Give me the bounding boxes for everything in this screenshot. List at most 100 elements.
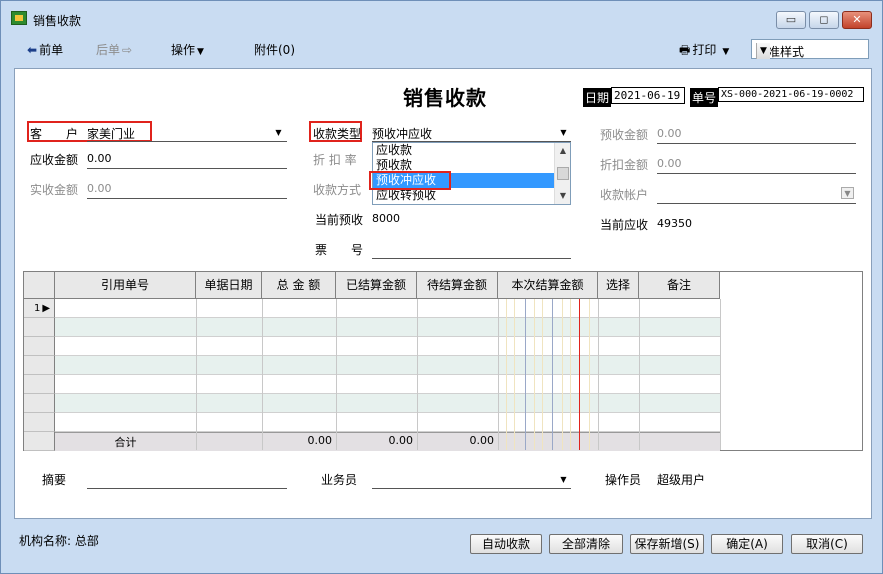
table-row[interactable] — [55, 318, 720, 337]
discount-amount-label: 折扣金额 — [600, 158, 649, 172]
receivable-field[interactable]: 0.00 — [87, 152, 112, 165]
grid-divider — [598, 299, 599, 450]
bill-no-field[interactable]: XS-000-2021-06-19-0002 — [718, 87, 864, 102]
actions-label: 操作 — [171, 43, 196, 57]
column-header[interactable]: 单据日期 — [196, 272, 262, 299]
digit-guide-line — [525, 299, 526, 450]
actual-underline — [87, 198, 287, 199]
scroll-down-icon[interactable]: ▼ — [556, 189, 570, 203]
digit-guide-line — [552, 299, 553, 450]
table-row[interactable] — [55, 394, 720, 413]
print-style-select[interactable]: 标准样式 ▼ — [751, 39, 869, 59]
row-header[interactable] — [24, 432, 55, 451]
actions-menu[interactable]: 操作 ▼ — [171, 41, 204, 58]
column-header[interactable]: 本次结算金额 — [498, 272, 598, 299]
digit-guide-line — [542, 299, 543, 450]
org-status: 机构名称: 总部 — [19, 534, 99, 548]
receivable-underline — [87, 168, 287, 169]
column-header[interactable]: 选择 — [598, 272, 639, 299]
current-receivable-value: 49350 — [657, 217, 692, 230]
row-header[interactable] — [24, 394, 55, 413]
summary-label: 摘要 — [42, 473, 67, 487]
column-header[interactable]: 引用单号 — [55, 272, 196, 299]
receivable-label: 应收金额 — [30, 153, 79, 167]
digit-guide-line — [570, 299, 571, 450]
window-title: 销售收款 — [33, 14, 82, 28]
table-row[interactable] — [55, 299, 720, 318]
date-label: 日期 — [583, 88, 612, 107]
next-button[interactable]: 后单 ⇨ — [96, 41, 132, 58]
salesperson-field[interactable] — [372, 488, 571, 489]
app-icon — [11, 11, 27, 25]
grid-divider — [498, 299, 499, 450]
row-header[interactable] — [24, 337, 55, 356]
row-header[interactable] — [24, 375, 55, 394]
column-header[interactable]: 已结算金额 — [336, 272, 417, 299]
customer-field[interactable]: 家美门业 — [87, 125, 135, 142]
sales-receipt-window: 销售收款 ▭ ◻ ✕ ⬅ 前单 后单 ⇨ 操作 ▼ 附件(0) 🖶 打印 ▼ 标准样式 ▼… — [0, 0, 883, 574]
print-label: 打印 — [692, 43, 717, 57]
chevron-down-icon[interactable]: ▼ — [756, 43, 770, 59]
type-label: 收款类型 — [313, 127, 362, 141]
grid-divider — [262, 299, 263, 450]
account-underline[interactable] — [657, 203, 856, 204]
ticket-underline[interactable] — [372, 258, 571, 259]
grid-divider — [196, 299, 197, 450]
date-field[interactable]: 2021-06-19 — [611, 87, 685, 104]
list-item[interactable]: 应收款 — [373, 143, 570, 158]
attachments-button[interactable]: 附件(0) — [254, 41, 295, 58]
scroll-up-icon[interactable]: ▲ — [556, 144, 570, 158]
operator-value: 超级用户 — [657, 473, 706, 487]
chevron-down-icon[interactable]: ▼ — [557, 474, 570, 486]
cancel-button[interactable]: 取消(C) — [791, 534, 863, 554]
digit-guide-line — [589, 299, 590, 450]
ticket-label: 票 号 — [315, 243, 364, 257]
prev-button[interactable]: ⬅ 前单 — [27, 41, 63, 58]
table-row[interactable] — [55, 337, 720, 356]
chevron-down-icon[interactable]: ▼ — [557, 127, 570, 139]
minimize-button[interactable]: ▭ — [776, 11, 806, 29]
row-header[interactable]: 1 ▶ — [24, 299, 55, 318]
column-header[interactable]: 备注 — [639, 272, 720, 299]
next-label: 后单 — [96, 43, 121, 57]
ok-button[interactable]: 确定(A) — [711, 534, 783, 554]
chevron-down-icon[interactable]: ▼ — [272, 127, 285, 139]
current-prepaid-label: 当前预收 — [315, 213, 364, 227]
caret-down-icon: ▼ — [722, 47, 730, 57]
settlement-grid: 引用单号 单据日期 总 金 额 已结算金额 待结算金额 本次结算金额 选择 备注… — [23, 271, 863, 451]
chevron-down-icon[interactable]: ▼ — [841, 187, 854, 199]
column-header[interactable]: 待结算金额 — [417, 272, 498, 299]
digit-guide-line — [534, 299, 535, 450]
table-row[interactable] — [55, 356, 720, 375]
actual-field[interactable]: 0.00 — [87, 182, 112, 195]
prepaid-amount-field[interactable]: 0.00 — [657, 127, 682, 140]
bill-no-label: 单号 — [690, 88, 719, 107]
save-new-button[interactable]: 保存新增(S) — [630, 534, 704, 554]
grid-divider — [417, 299, 418, 450]
grid-corner — [24, 272, 55, 299]
column-header[interactable]: 总 金 额 — [262, 272, 336, 299]
table-row[interactable] — [55, 413, 720, 432]
summary-field[interactable] — [87, 488, 287, 489]
restore-button[interactable]: ◻ — [809, 11, 839, 29]
list-item[interactable]: 应收转预收 — [373, 188, 570, 203]
table-row[interactable] — [55, 375, 720, 394]
row-number: 1 — [34, 303, 41, 314]
prev-label: 前单 — [39, 43, 64, 57]
page-title: 销售收款 — [403, 86, 487, 110]
discount-amount-field[interactable]: 0.00 — [657, 157, 682, 170]
print-button[interactable]: 🖶 打印 ▼ — [679, 41, 729, 62]
clear-all-button[interactable]: 全部清除 — [549, 534, 623, 554]
scroll-thumb[interactable] — [557, 167, 569, 180]
row-header[interactable] — [24, 356, 55, 375]
digit-guide-line — [562, 299, 563, 450]
grid-divider — [336, 299, 337, 450]
row-header[interactable] — [24, 413, 55, 432]
type-field[interactable]: 预收冲应收 — [372, 125, 432, 142]
scrollbar[interactable]: ▲ ▼ — [554, 143, 570, 204]
row-header[interactable] — [24, 318, 55, 337]
auto-receipt-button[interactable]: 自动收款 — [470, 534, 542, 554]
current-receivable-label: 当前应收 — [600, 218, 649, 232]
discount-rate-label: 折 扣 率 — [313, 153, 357, 167]
close-button[interactable]: ✕ — [842, 11, 872, 29]
